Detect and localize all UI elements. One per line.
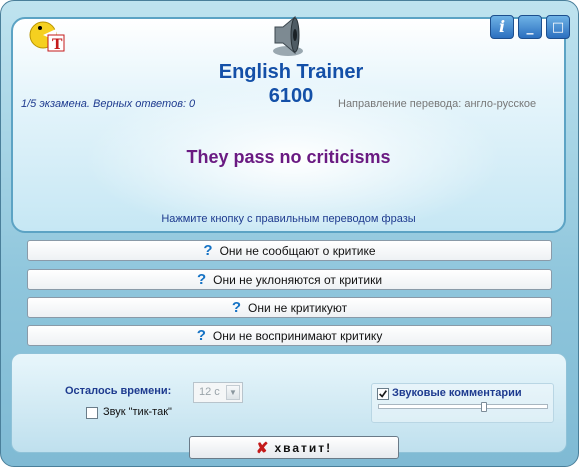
exam-status: 1/5 экзамена. Верных ответов: 0 — [21, 98, 196, 110]
instruction-text: Нажмите кнопку с правильным переводом фр… — [161, 213, 416, 225]
sound-comments-label: Звуковые комментарии — [392, 387, 522, 399]
restore-icon: □ — [551, 20, 565, 35]
answer-button-3[interactable]: ? Они не критикуют — [27, 297, 552, 318]
tick-tock-label: Звук "тик-так" — [103, 406, 172, 418]
tick-tock-checkbox[interactable] — [86, 407, 98, 419]
app-window: T i _ □ English Trainer 6100 1/5 экзамен… — [0, 0, 579, 467]
enough-label: хватит! — [274, 440, 333, 455]
enough-button[interactable]: ✘ хватит! — [189, 436, 399, 459]
volume-slider-thumb[interactable] — [481, 402, 487, 412]
svg-text:T: T — [52, 37, 63, 53]
info-button[interactable]: i — [490, 15, 514, 39]
app-title: English Trainer — [218, 61, 364, 83]
time-left-label: Осталось времени: — [65, 385, 172, 397]
time-value: 12 с — [199, 386, 220, 398]
answer-button-2[interactable]: ? Они не уклоняются от критики — [27, 269, 552, 290]
answer-label: Они не воспринимают критику — [212, 328, 383, 343]
speaker-icon[interactable] — [267, 13, 309, 59]
question-icon: ? — [196, 327, 206, 344]
volume-slider-track[interactable] — [378, 404, 548, 409]
minimize-icon: _ — [526, 19, 534, 35]
restore-button[interactable]: □ — [546, 15, 570, 39]
app-logo-icon: T — [29, 21, 65, 53]
answer-label: Они не критикуют — [248, 300, 348, 315]
chevron-down-icon: ▼ — [226, 385, 240, 400]
close-icon: ✘ — [255, 439, 269, 457]
answer-label: Они не уклоняются от критики — [213, 272, 383, 287]
question-icon: ? — [203, 242, 213, 259]
question-icon: ? — [196, 271, 207, 288]
sound-comments-checkbox[interactable] — [377, 388, 389, 400]
question-icon: ? — [231, 299, 242, 316]
answer-button-1[interactable]: ? Они не сообщают о критике — [27, 240, 552, 261]
answer-button-4[interactable]: ? Они не воспринимают критику — [27, 325, 552, 346]
info-icon: i — [498, 17, 506, 36]
minimize-button[interactable]: _ — [518, 15, 542, 39]
translation-direction: Направление перевода: англо-русское — [338, 98, 537, 110]
time-select[interactable]: 12 с ▼ — [193, 382, 243, 403]
check-icon — [379, 390, 388, 398]
question-phrase: They pass no criticisms — [186, 147, 391, 167]
answer-label: Они не сообщают о критике — [219, 243, 376, 258]
